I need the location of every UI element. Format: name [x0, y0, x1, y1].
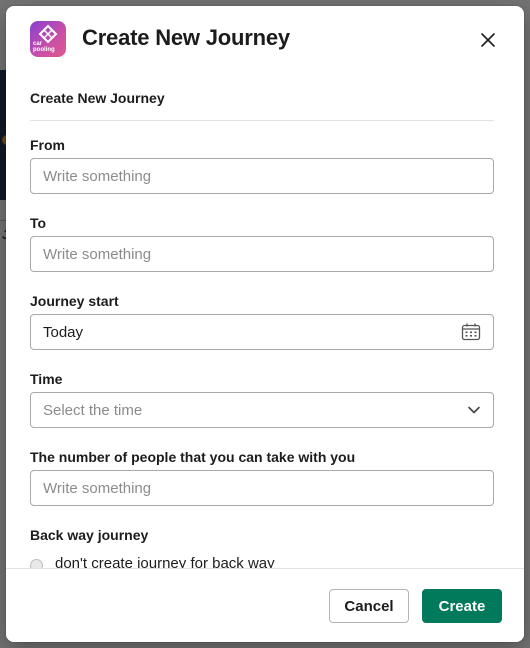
back-way-option-label[interactable]: don't create journey for back way [55, 555, 275, 568]
modal-footer: Cancel Create [6, 568, 524, 642]
from-label: From [30, 137, 65, 153]
from-placeholder: Write something [43, 168, 152, 185]
journey-start-value: Today [43, 324, 84, 341]
create-journey-modal: car pooling Create New Journey Create Ne… [6, 6, 524, 642]
people-label: The number of people that you can take w… [30, 449, 356, 465]
people-input[interactable]: Write something [30, 470, 494, 506]
modal-title: Create New Journey [82, 25, 290, 50]
app-logo-text: car pooling [33, 41, 55, 53]
time-label: Time [30, 371, 63, 387]
cancel-button[interactable]: Cancel [329, 589, 409, 623]
app-logo: car pooling [30, 21, 66, 57]
time-placeholder: Select the time [43, 402, 143, 419]
create-button[interactable]: Create [422, 589, 502, 623]
section-divider [30, 120, 494, 121]
time-select[interactable]: Select the time [30, 392, 494, 428]
close-icon[interactable] [476, 28, 500, 52]
section-title: Create New Journey [30, 90, 165, 106]
close-button[interactable] [476, 28, 500, 52]
modal-body[interactable]: Create New Journey From Write something … [6, 74, 524, 568]
people-placeholder: Write something [43, 480, 152, 497]
to-placeholder: Write something [43, 246, 152, 263]
calendar-icon[interactable] [461, 323, 481, 346]
to-label: To [30, 215, 47, 231]
to-input[interactable]: Write something [30, 236, 494, 272]
journey-start-label: Journey start [30, 293, 119, 309]
back-way-label: Back way journey [30, 527, 149, 543]
journey-start-datepicker[interactable]: Today [30, 314, 494, 350]
back-way-radio[interactable] [30, 559, 43, 568]
from-input[interactable]: Write something [30, 158, 494, 194]
chevron-down-icon[interactable] [467, 403, 481, 422]
modal-header: car pooling Create New Journey [6, 6, 524, 74]
